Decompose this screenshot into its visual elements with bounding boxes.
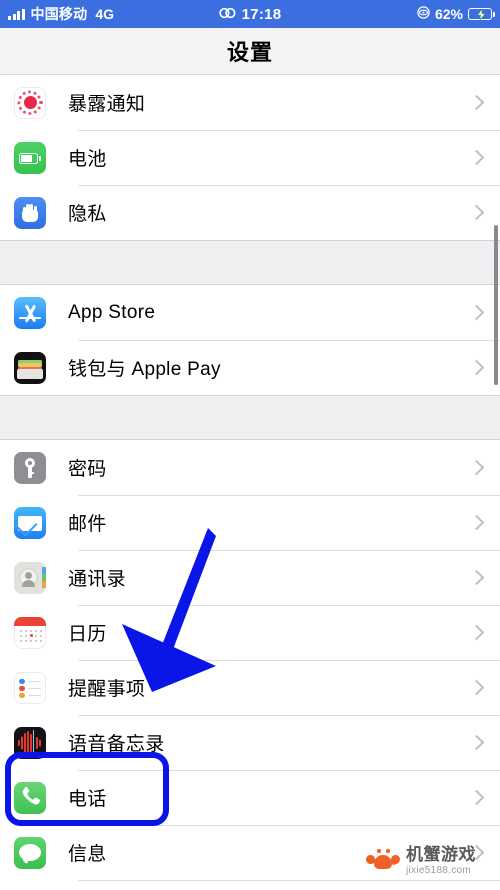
settings-row-label: 日历 <box>68 624 107 645</box>
chevron-right-icon <box>468 679 485 696</box>
chevron-right-icon <box>468 459 485 476</box>
group-system: 暴露通知 电池 隐私 <box>0 75 500 240</box>
voice-memos-icon <box>14 726 46 759</box>
settings-row-exposure-notification[interactable]: 暴露通知 <box>0 75 500 130</box>
watermark-text: 机蟹游戏 jixie5188.com <box>406 846 476 876</box>
signal-bars-icon <box>8 8 25 20</box>
chevron-right-icon <box>468 624 485 641</box>
passwords-key-icon <box>14 451 46 484</box>
settings-row-label: 通讯录 <box>68 569 126 590</box>
settings-row-app-store[interactable]: App Store <box>0 285 500 340</box>
settings-row-label: 电池 <box>68 149 107 170</box>
chevron-right-icon <box>468 304 485 321</box>
reminders-icon <box>14 671 46 704</box>
settings-row-label: 隐私 <box>68 204 107 225</box>
status-bar-left: 中国移动 4G <box>8 4 219 24</box>
group-store: App Store 钱包与 Apple Pay <box>0 285 500 395</box>
phone-handset-glyph <box>20 785 41 811</box>
hotspot-link-icon <box>218 6 236 22</box>
chevron-right-icon <box>468 789 485 806</box>
chevron-right-icon <box>468 149 485 166</box>
settings-row-wallet-apple-pay[interactable]: 钱包与 Apple Pay <box>0 340 500 395</box>
navigation-bar: 设置 <box>0 28 500 75</box>
settings-row-label: 暴露通知 <box>68 94 146 115</box>
chevron-right-icon <box>468 359 485 376</box>
chevron-right-icon <box>468 204 485 221</box>
phone-icon <box>14 781 46 814</box>
messages-icon <box>14 836 46 869</box>
watermark: 机蟹游戏 jixie5188.com <box>364 846 476 876</box>
mail-envelope-icon <box>14 506 46 539</box>
settings-row-contacts[interactable]: 通讯录 <box>0 550 500 605</box>
status-bar: 中国移动 4G 17:18 62% <box>0 0 500 28</box>
battery-icon <box>14 141 46 174</box>
settings-row-label: 邮件 <box>68 514 107 535</box>
settings-row-voice-memos[interactable]: 语音备忘录 <box>0 715 500 770</box>
chevron-right-icon <box>468 734 485 751</box>
status-bar-right: 62% <box>281 6 495 22</box>
chevron-right-icon <box>468 94 485 111</box>
settings-row-label: 电话 <box>68 789 107 810</box>
battery-charging-icon <box>468 8 495 20</box>
wallet-icon <box>14 351 46 384</box>
group-apps: 密码 邮件 通讯录 日历 提醒事项 语音备忘录 电话 信息 <box>0 440 500 890</box>
vertical-scrollbar[interactable] <box>494 225 498 385</box>
settings-row-phone[interactable]: 电话 <box>0 770 500 825</box>
settings-row-label: 密码 <box>68 459 107 480</box>
settings-row-label: App Store <box>68 301 156 323</box>
network-type: 4G <box>95 6 114 22</box>
exposure-notification-icon <box>14 86 46 119</box>
calendar-icon <box>14 616 46 649</box>
settings-row-calendar[interactable]: 日历 <box>0 605 500 660</box>
app-store-icon <box>14 296 46 329</box>
watermark-name: 机蟹游戏 <box>406 845 476 864</box>
settings-row-privacy[interactable]: 隐私 <box>0 185 500 240</box>
settings-row-label: 语音备忘录 <box>68 734 165 755</box>
status-bar-center: 17:18 <box>218 5 282 23</box>
crab-logo-icon <box>364 847 402 875</box>
privacy-hand-icon <box>14 196 46 229</box>
settings-row-reminders[interactable]: 提醒事项 <box>0 660 500 715</box>
contacts-icon <box>14 561 46 594</box>
chevron-right-icon <box>468 569 485 586</box>
battery-percent: 62% <box>434 6 463 22</box>
alarm-clock-icon <box>417 6 430 22</box>
settings-row-label: 提醒事项 <box>68 679 146 700</box>
settings-list[interactable]: 暴露通知 电池 隐私 App Store 钱包与 Apple Pay 密码 邮件… <box>0 75 500 890</box>
settings-row-label: 钱包与 Apple Pay <box>68 359 221 380</box>
settings-row-mail[interactable]: 邮件 <box>0 495 500 550</box>
carrier-name: 中国移动 <box>30 6 88 22</box>
clock: 17:18 <box>241 5 282 23</box>
settings-row-passwords[interactable]: 密码 <box>0 440 500 495</box>
chevron-right-icon <box>468 514 485 531</box>
group-separator <box>0 240 500 285</box>
page-title: 设置 <box>226 40 273 65</box>
settings-row-battery[interactable]: 电池 <box>0 130 500 185</box>
group-separator <box>0 395 500 440</box>
watermark-url: jixie5188.com <box>406 865 472 876</box>
